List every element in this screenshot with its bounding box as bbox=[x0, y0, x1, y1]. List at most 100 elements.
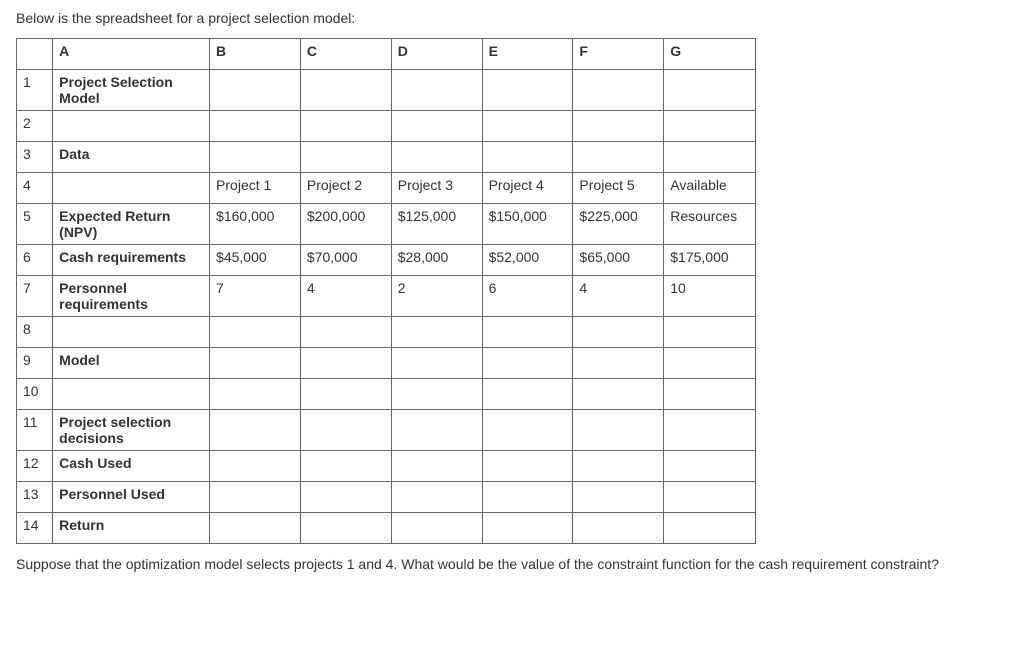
cell-g bbox=[664, 410, 756, 451]
table-row: 12Cash Used bbox=[17, 451, 756, 482]
col-header-e: E bbox=[482, 39, 573, 70]
intro-text: Below is the spreadsheet for a project s… bbox=[16, 10, 1008, 26]
cell-d: 2 bbox=[391, 276, 482, 317]
corner-cell bbox=[17, 39, 53, 70]
cell-g: Resources bbox=[664, 204, 756, 245]
cell-a: Project selection decisions bbox=[53, 410, 210, 451]
row-number: 8 bbox=[17, 317, 53, 348]
table-row: 10 bbox=[17, 379, 756, 410]
cell-e bbox=[482, 142, 573, 173]
cell-a bbox=[53, 379, 210, 410]
cell-e: Project 4 bbox=[482, 173, 573, 204]
cell-c bbox=[300, 317, 391, 348]
cell-b bbox=[210, 142, 301, 173]
cell-c bbox=[300, 70, 391, 111]
cell-b bbox=[210, 111, 301, 142]
cell-e bbox=[482, 513, 573, 544]
cell-a: Cash requirements bbox=[53, 245, 210, 276]
col-header-c: C bbox=[300, 39, 391, 70]
question-text: Suppose that the optimization model sele… bbox=[16, 556, 1008, 572]
cell-b bbox=[210, 410, 301, 451]
cell-c: 4 bbox=[300, 276, 391, 317]
cell-g bbox=[664, 111, 756, 142]
cell-b bbox=[210, 482, 301, 513]
row-number: 11 bbox=[17, 410, 53, 451]
cell-d: $28,000 bbox=[391, 245, 482, 276]
table-row: 2 bbox=[17, 111, 756, 142]
cell-e: 6 bbox=[482, 276, 573, 317]
row-number: 7 bbox=[17, 276, 53, 317]
table-row: 9Model bbox=[17, 348, 756, 379]
cell-b: 7 bbox=[210, 276, 301, 317]
row-number: 10 bbox=[17, 379, 53, 410]
cell-f bbox=[573, 70, 664, 111]
cell-a: Personnel Used bbox=[53, 482, 210, 513]
cell-c bbox=[300, 111, 391, 142]
cell-c bbox=[300, 451, 391, 482]
cell-b bbox=[210, 317, 301, 348]
cell-e bbox=[482, 348, 573, 379]
cell-a bbox=[53, 111, 210, 142]
cell-e bbox=[482, 379, 573, 410]
col-header-f: F bbox=[573, 39, 664, 70]
column-header-row: A B C D E F G bbox=[17, 39, 756, 70]
col-header-g: G bbox=[664, 39, 756, 70]
cell-f bbox=[573, 317, 664, 348]
cell-c bbox=[300, 379, 391, 410]
cell-e bbox=[482, 111, 573, 142]
cell-d: Project 3 bbox=[391, 173, 482, 204]
row-number: 14 bbox=[17, 513, 53, 544]
cell-d bbox=[391, 379, 482, 410]
cell-f bbox=[573, 410, 664, 451]
row-number: 9 bbox=[17, 348, 53, 379]
cell-d bbox=[391, 348, 482, 379]
cell-d bbox=[391, 70, 482, 111]
cell-g bbox=[664, 348, 756, 379]
cell-c bbox=[300, 513, 391, 544]
cell-b bbox=[210, 70, 301, 111]
table-row: 4Project 1Project 2Project 3Project 4Pro… bbox=[17, 173, 756, 204]
cell-c bbox=[300, 410, 391, 451]
cell-a: Return bbox=[53, 513, 210, 544]
cell-c: Project 2 bbox=[300, 173, 391, 204]
cell-a bbox=[53, 173, 210, 204]
cell-g bbox=[664, 451, 756, 482]
cell-f bbox=[573, 348, 664, 379]
cell-e bbox=[482, 482, 573, 513]
cell-g bbox=[664, 513, 756, 544]
cell-g: $175,000 bbox=[664, 245, 756, 276]
table-row: 6Cash requirements$45,000$70,000$28,000$… bbox=[17, 245, 756, 276]
col-header-d: D bbox=[391, 39, 482, 70]
row-number: 6 bbox=[17, 245, 53, 276]
row-number: 5 bbox=[17, 204, 53, 245]
table-row: 8 bbox=[17, 317, 756, 348]
cell-d bbox=[391, 317, 482, 348]
col-header-b: B bbox=[210, 39, 301, 70]
cell-g bbox=[664, 379, 756, 410]
cell-b bbox=[210, 348, 301, 379]
spreadsheet-table: A B C D E F G 1Project Selection Model23… bbox=[16, 38, 756, 544]
cell-a: Personnel requirements bbox=[53, 276, 210, 317]
cell-c: $70,000 bbox=[300, 245, 391, 276]
cell-a: Expected Return (NPV) bbox=[53, 204, 210, 245]
cell-b bbox=[210, 451, 301, 482]
cell-a: Project Selection Model bbox=[53, 70, 210, 111]
cell-g: 10 bbox=[664, 276, 756, 317]
table-row: 1Project Selection Model bbox=[17, 70, 756, 111]
cell-d bbox=[391, 482, 482, 513]
table-row: 3Data bbox=[17, 142, 756, 173]
cell-g bbox=[664, 70, 756, 111]
cell-b bbox=[210, 379, 301, 410]
cell-b bbox=[210, 513, 301, 544]
cell-g bbox=[664, 317, 756, 348]
cell-e bbox=[482, 410, 573, 451]
cell-f: 4 bbox=[573, 276, 664, 317]
cell-a: Cash Used bbox=[53, 451, 210, 482]
cell-b: $160,000 bbox=[210, 204, 301, 245]
cell-e: $150,000 bbox=[482, 204, 573, 245]
cell-e: $52,000 bbox=[482, 245, 573, 276]
row-number: 4 bbox=[17, 173, 53, 204]
cell-f bbox=[573, 111, 664, 142]
row-number: 12 bbox=[17, 451, 53, 482]
cell-d bbox=[391, 111, 482, 142]
